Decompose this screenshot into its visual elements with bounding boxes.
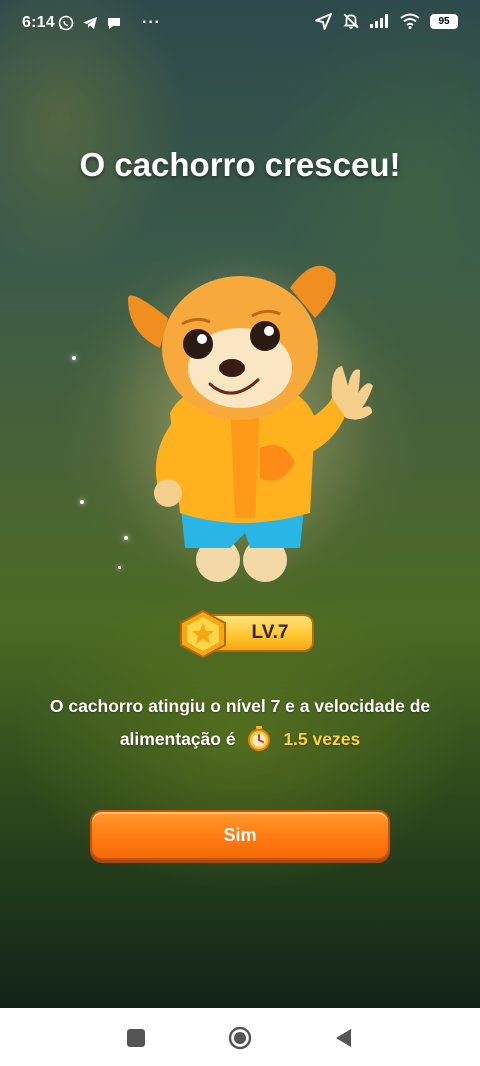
wifi-icon bbox=[400, 13, 420, 29]
status-time: 6:14 bbox=[22, 14, 55, 31]
back-triangle-icon[interactable] bbox=[332, 1026, 356, 1050]
status-notification-icons: ··· bbox=[58, 14, 161, 32]
level-badge: LV.7 bbox=[178, 610, 316, 658]
speed-multiplier: 1.5 vezes bbox=[283, 729, 361, 749]
confirm-button[interactable]: Sim bbox=[90, 810, 390, 860]
dialog-title: O cachorro cresceu! bbox=[79, 146, 401, 183]
stopwatch-icon bbox=[248, 726, 271, 752]
message-line-1: O cachorro atingiu o nível 7 e a velocid… bbox=[49, 696, 431, 716]
status-bar: 6:14 ··· 95 bbox=[0, 0, 480, 48]
status-system-icons: 95 bbox=[315, 12, 458, 30]
telegram-icon bbox=[83, 17, 97, 29]
star-hexagon-icon bbox=[180, 610, 226, 658]
signal-icon bbox=[370, 14, 388, 28]
mute-icon bbox=[343, 13, 359, 29]
location-icon bbox=[315, 12, 332, 30]
message-line-2-prefix: alimentação é bbox=[119, 729, 236, 749]
whatsapp-icon bbox=[58, 15, 74, 31]
sparkle bbox=[80, 500, 84, 504]
recents-square-icon[interactable] bbox=[124, 1026, 148, 1050]
home-circle-icon[interactable] bbox=[228, 1026, 252, 1050]
navigation-bar bbox=[0, 1008, 480, 1066]
chat-icon bbox=[108, 18, 120, 29]
level-up-message: O cachorro atingiu o nível 7 e a velocid… bbox=[20, 690, 460, 756]
dog-character-image bbox=[128, 265, 373, 582]
sparkle bbox=[72, 356, 76, 360]
more-notifications: ··· bbox=[142, 14, 161, 31]
message-line-2: alimentação é 1.5 vezes bbox=[20, 723, 460, 756]
battery-indicator: 95 bbox=[430, 13, 458, 29]
